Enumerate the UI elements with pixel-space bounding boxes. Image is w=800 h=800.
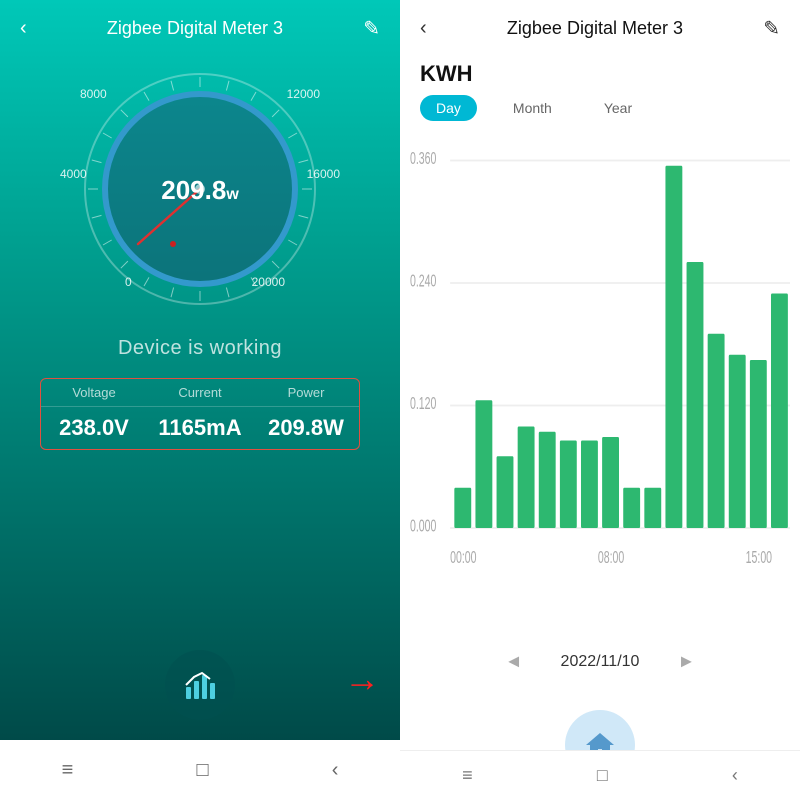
stats-voltage-value: 238.0V — [41, 415, 147, 441]
right-nav-back[interactable]: ‹ — [732, 765, 738, 786]
stats-current-value: 1165mA — [147, 415, 253, 441]
left-nav-back[interactable]: ‹ — [332, 759, 339, 782]
left-nav-home[interactable]: □ — [196, 759, 208, 782]
right-panel: ‹ Zigbee Digital Meter 3 ✎ KWH Day Month… — [400, 0, 800, 800]
chart-area: 0.360 0.240 0.120 0.000 — [400, 133, 800, 633]
bar-chart: 0.360 0.240 0.120 0.000 — [410, 143, 790, 633]
right-arrow: → — [344, 658, 380, 700]
next-date-button[interactable]: ► — [669, 647, 703, 676]
right-edit-button[interactable]: ✎ — [763, 16, 780, 41]
left-header: ‹ Zigbee Digital Meter 3 ✎ — [0, 0, 400, 49]
svg-text:0.240: 0.240 — [410, 272, 436, 291]
stats-value-row: 238.0V 1165mA 209.8W — [41, 407, 359, 449]
left-title: Zigbee Digital Meter 3 — [107, 18, 283, 39]
svg-text:15:00: 15:00 — [746, 548, 772, 567]
right-bottom-nav: ≡ □ ‹ — [400, 750, 800, 800]
stats-power-value: 209.8W — [253, 415, 359, 441]
gauge-label-8000: 8000 — [80, 87, 107, 101]
svg-text:0.120: 0.120 — [410, 394, 436, 413]
device-status: Device is working — [118, 337, 282, 360]
chart-svg-container: 0.360 0.240 0.120 0.000 — [410, 143, 790, 633]
svg-text:00:00: 00:00 — [450, 548, 476, 567]
current-date: 2022/11/10 — [561, 653, 640, 671]
date-nav: ◄ 2022/11/10 ► — [400, 633, 800, 690]
left-panel: ‹ Zigbee Digital Meter 3 ✎ 8000 12000 40… — [0, 0, 400, 800]
svg-text:08:00: 08:00 — [598, 548, 624, 567]
tab-year[interactable]: Year — [588, 95, 648, 121]
gauge-label-12000: 12000 — [287, 87, 320, 101]
tab-bar: Day Month Year — [400, 95, 800, 133]
gauge-center-value: 209.8w — [161, 175, 239, 206]
right-nav-menu[interactable]: ≡ — [462, 765, 473, 786]
stats-header-row: Voltage Current Power — [41, 379, 359, 407]
kwh-title: KWH — [400, 49, 800, 95]
svg-text:0.360: 0.360 — [410, 149, 436, 168]
gauge-label-4000: 4000 — [60, 167, 87, 181]
gauge-label-16000: 16000 — [307, 167, 340, 181]
left-bottom-nav: ≡ □ ‹ — [0, 740, 400, 800]
chart-icon — [182, 667, 218, 703]
left-nav-menu[interactable]: ≡ — [62, 759, 74, 782]
stats-header-current: Current — [147, 385, 253, 400]
tab-month[interactable]: Month — [497, 95, 568, 121]
right-title: Zigbee Digital Meter 3 — [507, 18, 683, 39]
stats-header-voltage: Voltage — [41, 385, 147, 400]
right-back-button[interactable]: ‹ — [420, 17, 427, 40]
gauge-label-20000: 20000 — [252, 275, 285, 289]
stats-box: Voltage Current Power 238.0V 1165mA 209.… — [40, 378, 360, 450]
right-header: ‹ Zigbee Digital Meter 3 ✎ — [400, 0, 800, 49]
tab-day[interactable]: Day — [420, 95, 477, 121]
svg-text:0.000: 0.000 — [410, 517, 436, 536]
gauge-container: 8000 12000 4000 16000 0 20000 — [70, 59, 330, 319]
stats-header-power: Power — [253, 385, 359, 400]
left-back-button[interactable]: ‹ — [20, 17, 27, 40]
chart-button[interactable] — [165, 650, 235, 720]
left-edit-button[interactable]: ✎ — [363, 16, 380, 41]
gauge-label-0: 0 — [125, 275, 132, 289]
prev-date-button[interactable]: ◄ — [497, 647, 531, 676]
right-nav-home[interactable]: □ — [597, 765, 608, 786]
